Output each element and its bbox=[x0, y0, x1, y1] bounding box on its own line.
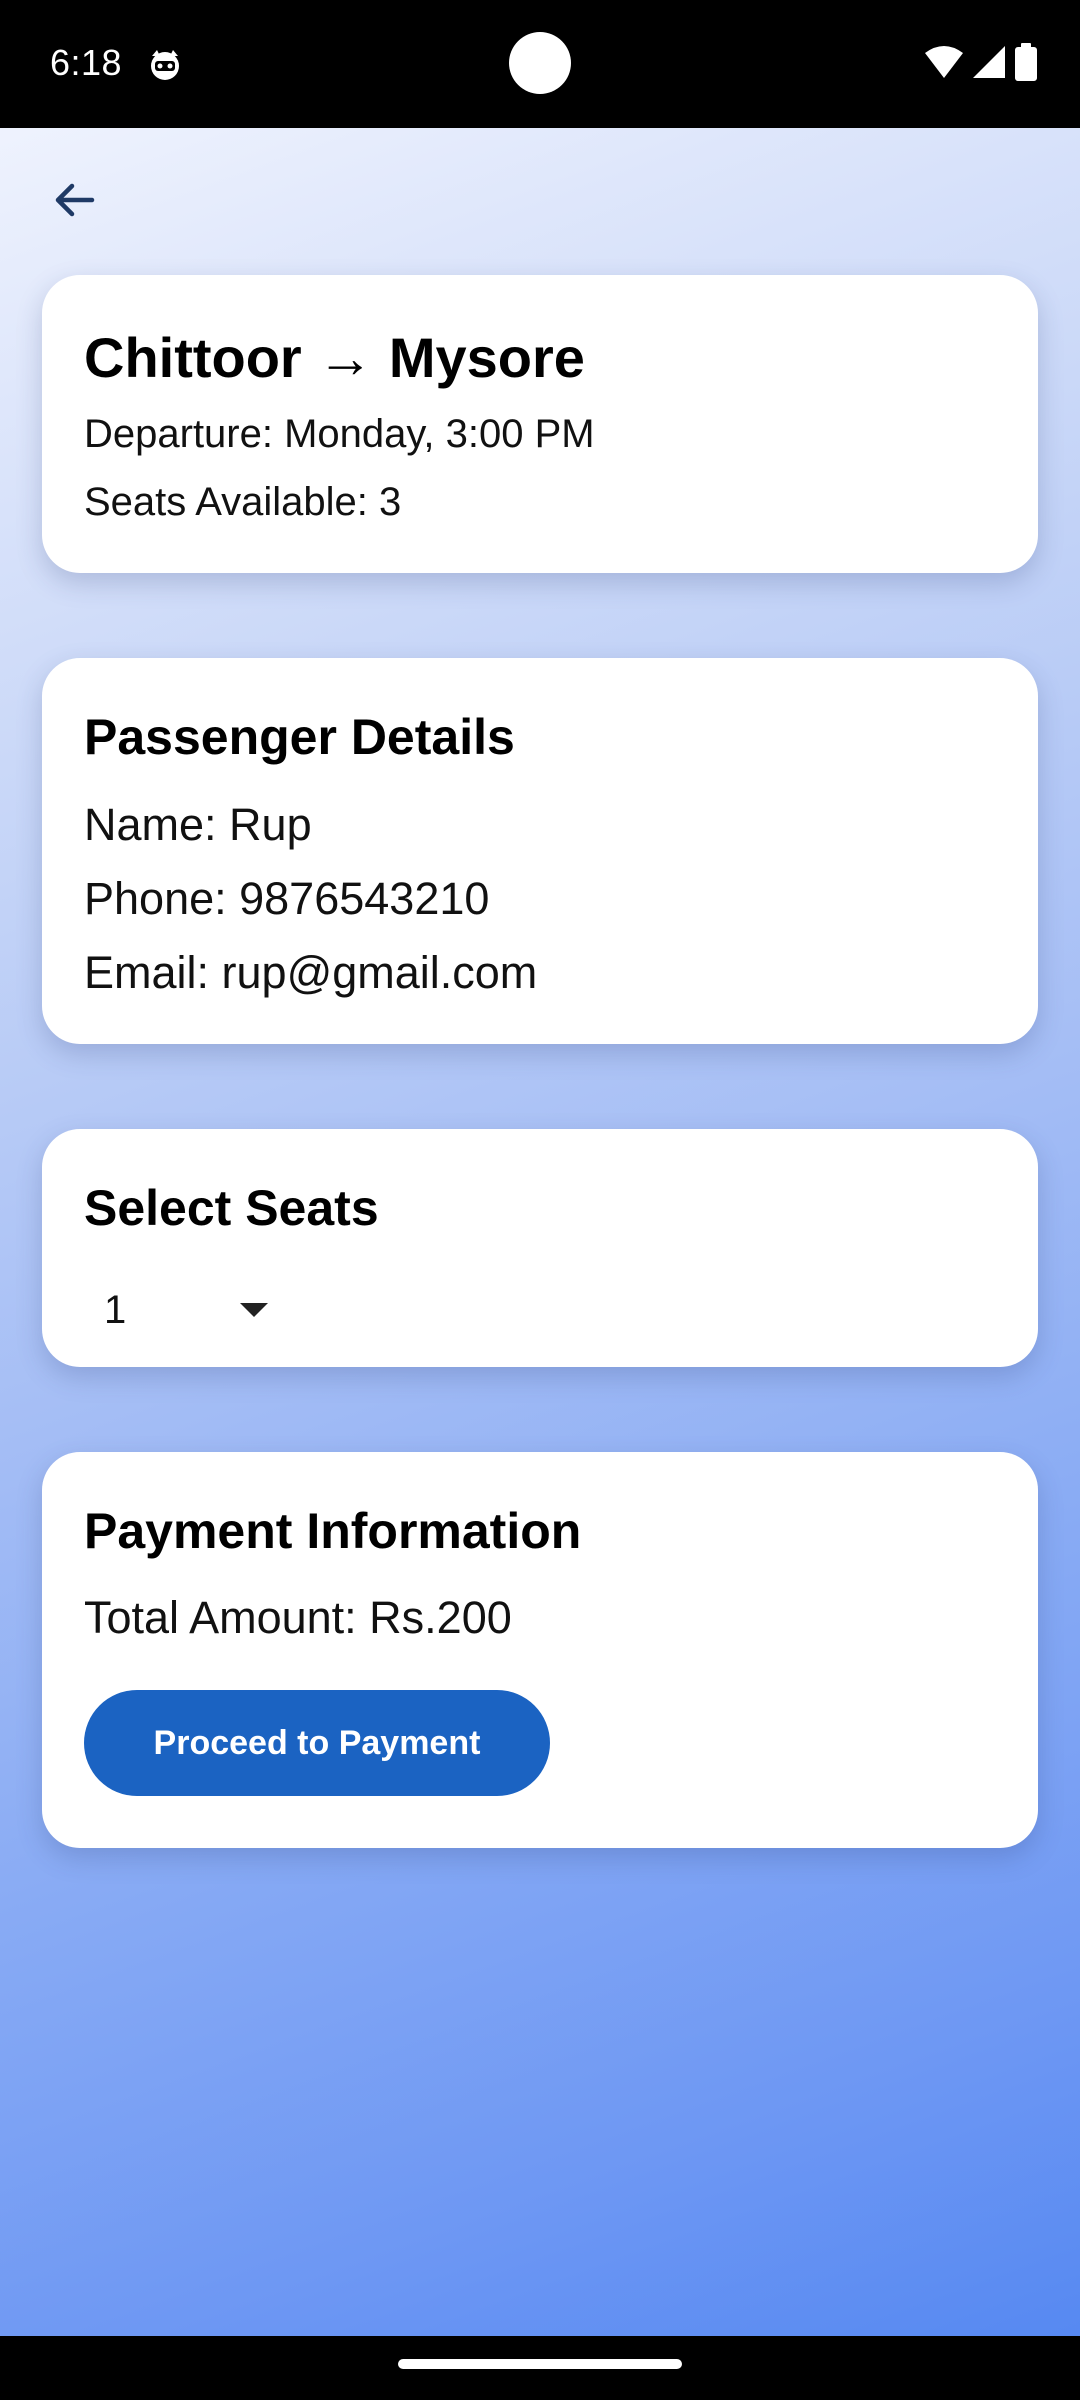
screen: 6:18 Chittoor → Mysore Departure: Monday… bbox=[0, 0, 1080, 2400]
total-amount-text: Total Amount: Rs.200 bbox=[84, 1592, 512, 1643]
back-button[interactable] bbox=[40, 168, 108, 236]
status-bar: 6:18 bbox=[0, 0, 1080, 128]
home-gesture-handle[interactable] bbox=[398, 2359, 682, 2369]
passenger-details-card: Passenger Details Name: Rup Phone: 98765… bbox=[42, 658, 1038, 1044]
navigation-bar bbox=[0, 2336, 1080, 2400]
payment-information-card: Payment Information Total Amount: Rs.200… bbox=[42, 1452, 1038, 1848]
seats-available-text: Seats Available: 3 bbox=[84, 480, 402, 524]
passenger-name: Name: Rup bbox=[84, 799, 312, 850]
select-seats-card: Select Seats 1 bbox=[42, 1129, 1038, 1367]
battery-icon bbox=[1014, 42, 1038, 86]
proceed-to-payment-button[interactable]: Proceed to Payment bbox=[84, 1690, 550, 1796]
select-seats-title: Select Seats bbox=[84, 1180, 379, 1236]
route-card: Chittoor → Mysore Departure: Monday, 3:0… bbox=[42, 275, 1038, 573]
cellular-signal-icon bbox=[972, 45, 1006, 84]
wifi-icon bbox=[924, 45, 964, 84]
dropdown-caret-icon bbox=[240, 1303, 268, 1317]
passenger-details-title: Passenger Details bbox=[84, 709, 515, 765]
passenger-phone: Phone: 9876543210 bbox=[84, 873, 490, 924]
payment-information-title: Payment Information bbox=[84, 1503, 582, 1559]
passenger-email: Email: rup@gmail.com bbox=[84, 947, 538, 998]
status-time: 6:18 bbox=[50, 42, 123, 83]
seat-count-dropdown[interactable]: 1 bbox=[104, 1274, 268, 1346]
cat-face-icon bbox=[146, 46, 184, 84]
arrow-left-icon bbox=[50, 176, 98, 229]
seat-count-value: 1 bbox=[104, 1287, 127, 1332]
status-icons bbox=[924, 42, 1038, 86]
route-title: Chittoor → Mysore bbox=[84, 326, 585, 389]
departure-text: Departure: Monday, 3:00 PM bbox=[84, 412, 595, 456]
camera-cutout bbox=[509, 32, 571, 94]
